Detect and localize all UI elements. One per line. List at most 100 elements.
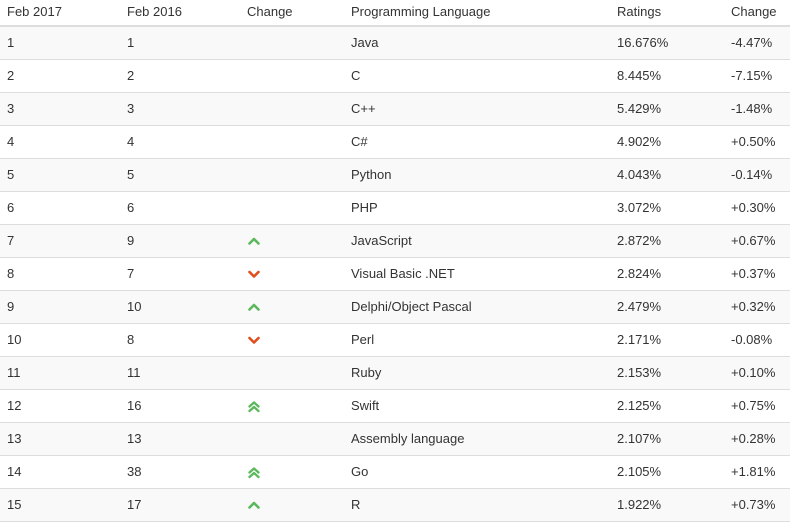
- trend-cell: [240, 59, 344, 93]
- header-feb-2017[interactable]: Feb 2017: [0, 0, 120, 27]
- trend-cell: [240, 191, 344, 225]
- chevron-up-icon: [247, 498, 261, 512]
- header-change[interactable]: Change: [240, 0, 344, 27]
- rank-feb-2016: 2: [120, 59, 240, 93]
- rating-value: 8.445%: [610, 59, 724, 93]
- rank-feb-2017: 4: [0, 125, 120, 159]
- table-row: 8 7 Visual Basic .NET 2.824% +0.37%: [0, 257, 790, 291]
- language-name: PHP: [344, 191, 610, 225]
- table-row: 1 1 Java 16.676% -4.47%: [0, 26, 790, 60]
- rank-feb-2016: 9: [120, 224, 240, 258]
- rating-change-value: +0.32%: [724, 290, 790, 324]
- rating-change-value: -0.14%: [724, 158, 790, 192]
- chevron-up-icon: [247, 234, 261, 248]
- rank-feb-2016: 13: [120, 422, 240, 456]
- rating-change-value: +0.30%: [724, 191, 790, 225]
- rank-feb-2016: 7: [120, 257, 240, 291]
- language-name: Ruby: [344, 356, 610, 390]
- no-change-indicator: [247, 102, 261, 116]
- table-row: 9 10 Delphi/Object Pascal 2.479% +0.32%: [0, 290, 790, 324]
- rank-feb-2017: 15: [0, 488, 120, 522]
- rating-change-value: +0.50%: [724, 125, 790, 159]
- trend-cell: [240, 455, 344, 489]
- no-change-indicator: [247, 432, 261, 446]
- rank-feb-2017: 5: [0, 158, 120, 192]
- ranking-table: Feb 2017 Feb 2016 Change Programming Lan…: [0, 0, 790, 522]
- trend-cell: [240, 257, 344, 291]
- rank-feb-2016: 3: [120, 92, 240, 126]
- rating-change-value: +0.75%: [724, 389, 790, 423]
- trend-cell: [240, 92, 344, 126]
- language-name: Delphi/Object Pascal: [344, 290, 610, 324]
- table-row: 13 13 Assembly language 2.107% +0.28%: [0, 422, 790, 456]
- language-name: Python: [344, 158, 610, 192]
- table-row: 5 5 Python 4.043% -0.14%: [0, 158, 790, 192]
- rating-value: 2.824%: [610, 257, 724, 291]
- table-row: 4 4 C# 4.902% +0.50%: [0, 125, 790, 159]
- trend-cell: [240, 422, 344, 456]
- rank-feb-2016: 4: [120, 125, 240, 159]
- rating-change-value: +1.81%: [724, 455, 790, 489]
- rating-value: 16.676%: [610, 26, 724, 60]
- header-ratings[interactable]: Ratings: [610, 0, 724, 27]
- table-row: 2 2 C 8.445% -7.15%: [0, 59, 790, 93]
- rating-value: 2.479%: [610, 290, 724, 324]
- table-row: 3 3 C++ 5.429% -1.48%: [0, 92, 790, 126]
- rank-feb-2016: 1: [120, 26, 240, 60]
- no-change-indicator: [247, 69, 261, 83]
- rating-value: 4.902%: [610, 125, 724, 159]
- trend-cell: [240, 125, 344, 159]
- double-chevron-up-icon: [247, 399, 261, 413]
- rank-feb-2017: 10: [0, 323, 120, 357]
- language-name: R: [344, 488, 610, 522]
- rating-value: 2.153%: [610, 356, 724, 390]
- rating-change-value: +0.10%: [724, 356, 790, 390]
- rank-feb-2017: 1: [0, 26, 120, 60]
- trend-cell: [240, 26, 344, 60]
- rating-change-value: +0.28%: [724, 422, 790, 456]
- rating-change-value: -7.15%: [724, 59, 790, 93]
- chevron-up-icon: [247, 300, 261, 314]
- rank-feb-2017: 8: [0, 257, 120, 291]
- language-name: Swift: [344, 389, 610, 423]
- rating-value: 2.125%: [610, 389, 724, 423]
- table-row: 12 16 Swift 2.125% +0.75%: [0, 389, 790, 423]
- rating-change-value: -4.47%: [724, 26, 790, 60]
- rating-change-value: +0.73%: [724, 488, 790, 522]
- table-row: 6 6 PHP 3.072% +0.30%: [0, 191, 790, 225]
- rank-feb-2017: 11: [0, 356, 120, 390]
- rating-change-value: +0.67%: [724, 224, 790, 258]
- rating-value: 4.043%: [610, 158, 724, 192]
- language-name: Java: [344, 26, 610, 60]
- no-change-indicator: [247, 168, 261, 182]
- rank-feb-2017: 9: [0, 290, 120, 324]
- language-name: Go: [344, 455, 610, 489]
- rating-value: 1.922%: [610, 488, 724, 522]
- header-rating-change[interactable]: Change: [724, 0, 790, 27]
- rank-feb-2016: 16: [120, 389, 240, 423]
- header-row: Feb 2017 Feb 2016 Change Programming Lan…: [0, 0, 790, 27]
- language-name: C#: [344, 125, 610, 159]
- rating-change-value: -1.48%: [724, 92, 790, 126]
- rating-value: 2.107%: [610, 422, 724, 456]
- header-programming-language[interactable]: Programming Language: [344, 0, 610, 27]
- rank-feb-2017: 7: [0, 224, 120, 258]
- table-row: 14 38 Go 2.105% +1.81%: [0, 455, 790, 489]
- rank-feb-2016: 38: [120, 455, 240, 489]
- trend-cell: [240, 290, 344, 324]
- no-change-indicator: [247, 37, 261, 51]
- no-change-indicator: [247, 135, 261, 149]
- language-name: JavaScript: [344, 224, 610, 258]
- rating-value: 2.872%: [610, 224, 724, 258]
- table-row: 10 8 Perl 2.171% -0.08%: [0, 323, 790, 357]
- trend-cell: [240, 356, 344, 390]
- rank-feb-2017: 6: [0, 191, 120, 225]
- language-name: C++: [344, 92, 610, 126]
- rank-feb-2017: 14: [0, 455, 120, 489]
- rank-feb-2016: 6: [120, 191, 240, 225]
- header-feb-2016[interactable]: Feb 2016: [120, 0, 240, 27]
- trend-cell: [240, 488, 344, 522]
- rating-change-value: -0.08%: [724, 323, 790, 357]
- rank-feb-2017: 13: [0, 422, 120, 456]
- rating-value: 5.429%: [610, 92, 724, 126]
